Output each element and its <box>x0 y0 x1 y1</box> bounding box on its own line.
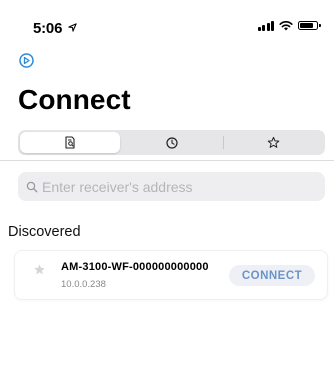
page-title: Connect <box>18 84 131 115</box>
search-icon <box>26 181 38 193</box>
search-bar[interactable] <box>18 172 325 201</box>
status-time-text: 5:06 <box>33 20 63 37</box>
star-icon <box>267 136 279 148</box>
receiver-address-input[interactable] <box>42 178 312 195</box>
device-name: AM-3100-WF-000000000000 <box>61 261 209 273</box>
favorite-star-icon[interactable] <box>33 263 46 276</box>
connect-button[interactable]: CONNECT <box>229 265 315 286</box>
battery-icon <box>298 21 321 30</box>
clock-icon <box>166 136 178 149</box>
tab-segmented-control <box>18 130 325 155</box>
tab-discover[interactable] <box>20 132 120 153</box>
nav-divider <box>0 160 334 161</box>
discovered-header: Discovered <box>8 224 81 240</box>
tab-favorites[interactable] <box>223 132 323 153</box>
status-bar: 5:06 <box>0 0 334 44</box>
cellular-signal-icon <box>257 20 274 31</box>
device-ip: 10.0.0.238 <box>61 279 106 290</box>
location-arrow-icon <box>68 23 77 32</box>
status-time: 5:06 <box>33 20 77 37</box>
settings-dial-icon[interactable] <box>18 52 35 69</box>
wifi-icon <box>279 21 293 31</box>
status-indicators <box>257 20 321 31</box>
receipt-search-icon <box>65 136 75 149</box>
tab-history[interactable] <box>122 132 222 153</box>
device-list-item[interactable]: AM-3100-WF-000000000000 10.0.0.238 CONNE… <box>14 250 328 300</box>
